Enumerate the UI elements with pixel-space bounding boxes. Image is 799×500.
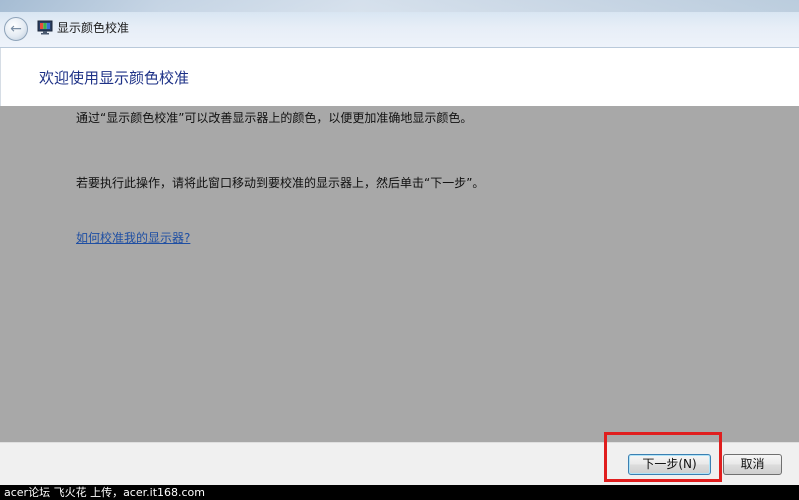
back-arrow-icon: ← xyxy=(10,21,22,37)
cancel-button[interactable]: 取消 xyxy=(723,454,782,475)
next-button[interactable]: 下一步(N) xyxy=(628,454,711,475)
watermark-bar: acer论坛 飞火花 上传，acer.it168.com xyxy=(0,485,799,500)
page-title: 欢迎使用显示颜色校准 xyxy=(39,69,190,87)
command-bar: 下一步(N) 取消 xyxy=(0,442,799,485)
monitor-icon xyxy=(37,20,53,35)
back-button[interactable]: ← xyxy=(4,17,28,41)
window-title: 显示颜色校准 xyxy=(57,21,130,35)
page-header: 欢迎使用显示颜色校准 xyxy=(0,48,799,106)
glass-background xyxy=(0,0,799,12)
help-link[interactable]: 如何校准我的显示器? xyxy=(76,230,190,246)
title-bar: ← 显示颜色校准 xyxy=(0,0,799,48)
watermark-text: acer论坛 飞火花 上传，acer.it168.com xyxy=(4,486,205,499)
instruction-text: 若要执行此操作，请将此窗口移动到要校准的显示器上，然后单击“下一步”。 xyxy=(76,176,485,190)
content-area: 通过“显示颜色校准”可以改善显示器上的颜色，以便更加准确地显示颜色。 若要执行此… xyxy=(0,106,799,442)
intro-text: 通过“显示颜色校准”可以改善显示器上的颜色，以便更加准确地显示颜色。 xyxy=(76,111,473,125)
calibration-window: ← 显示颜色校准 欢迎使用显示颜色校准 通过“显示颜色校准”可以改善显示器上的颜… xyxy=(0,0,799,500)
